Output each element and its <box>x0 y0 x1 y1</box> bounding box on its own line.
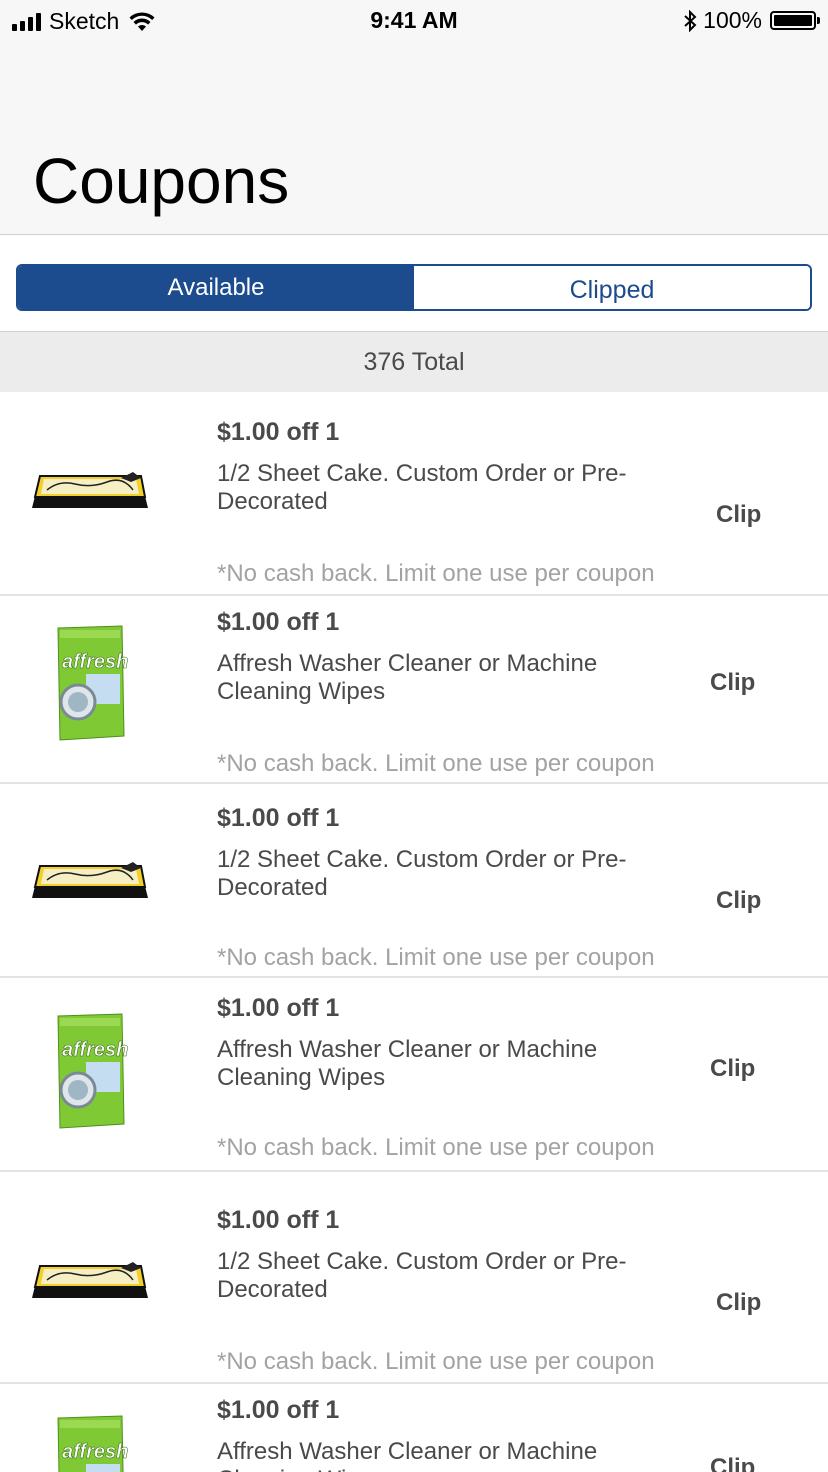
coupon-description: 1/2 Sheet Cake. Custom Order or Pre-Deco… <box>217 460 627 515</box>
sheet-cake-image <box>20 856 160 902</box>
affresh-pouch-image: affresh <box>20 1012 160 1130</box>
coupon-row[interactable]: affresh $1.00 off 1 Affresh Washer Clean… <box>0 596 828 784</box>
segment-bar: Available Clipped <box>0 235 828 332</box>
coupon-description: Affresh Washer Cleaner or Machine Cleani… <box>217 1036 598 1091</box>
total-count-label: 376 Total <box>363 347 465 376</box>
coupon-terms: *No cash back. Limit one use per coupon <box>217 750 655 777</box>
status-bar-right: 100% <box>683 7 820 34</box>
coupon-description: 1/2 Sheet Cake. Custom Order or Pre-Deco… <box>217 846 627 901</box>
battery-icon <box>770 11 820 30</box>
coupon-terms: *No cash back. Limit one use per coupon <box>217 1348 655 1375</box>
affresh-pouch-image: affresh <box>20 624 160 742</box>
navigation-header: Sketch 9:41 AM 100% Coupons <box>0 0 828 235</box>
coupon-offer: $1.00 off 1 <box>217 994 340 1022</box>
segment-available[interactable]: Available <box>18 266 414 309</box>
coupon-terms: *No cash back. Limit one use per coupon <box>217 1134 655 1161</box>
status-bar: Sketch 9:41 AM 100% <box>0 0 828 40</box>
coupon-offer: $1.00 off 1 <box>217 1206 340 1234</box>
clip-button[interactable]: Clip <box>710 669 755 697</box>
segmented-control: Available Clipped <box>16 264 812 311</box>
clip-button[interactable]: Clip <box>710 1454 755 1472</box>
svg-text:affresh: affresh <box>62 651 128 673</box>
coupon-description: Affresh Washer Cleaner or Machine Cleani… <box>217 1438 598 1472</box>
coupon-row[interactable]: $1.00 off 1 1/2 Sheet Cake. Custom Order… <box>0 784 828 978</box>
bluetooth-icon <box>684 9 697 32</box>
page-title: Coupons <box>33 145 290 217</box>
coupon-terms: *No cash back. Limit one use per coupon <box>217 944 655 971</box>
segment-clipped[interactable]: Clipped <box>414 266 810 309</box>
coupon-description: 1/2 Sheet Cake. Custom Order or Pre-Deco… <box>217 1248 627 1303</box>
svg-text:affresh: affresh <box>62 1441 128 1463</box>
coupon-offer: $1.00 off 1 <box>217 608 340 636</box>
battery-percent: 100% <box>703 7 762 33</box>
clip-button[interactable]: Clip <box>716 887 761 915</box>
clip-button[interactable]: Clip <box>716 501 761 529</box>
coupon-offer: $1.00 off 1 <box>217 418 340 446</box>
coupon-offer: $1.00 off 1 <box>217 804 340 832</box>
svg-text:affresh: affresh <box>62 1039 128 1061</box>
sheet-cake-image <box>20 466 160 512</box>
coupon-description: Affresh Washer Cleaner or Machine Cleani… <box>217 650 598 705</box>
total-count-bar: 376 Total <box>0 332 828 392</box>
coupon-row[interactable]: $1.00 off 1 1/2 Sheet Cake. Custom Order… <box>0 1172 828 1384</box>
coupon-row[interactable]: $1.00 off 1 1/2 Sheet Cake. Custom Order… <box>0 392 828 596</box>
coupon-row[interactable]: affresh $1.00 off 1 Affresh Washer Clean… <box>0 978 828 1172</box>
coupon-offer: $1.00 off 1 <box>217 1396 340 1424</box>
coupon-row[interactable]: affresh $1.00 off 1 Affresh Washer Clean… <box>0 1384 828 1472</box>
clip-button[interactable]: Clip <box>710 1055 755 1083</box>
affresh-pouch-image: affresh <box>20 1414 160 1472</box>
sheet-cake-image <box>20 1256 160 1302</box>
coupon-terms: *No cash back. Limit one use per coupon <box>217 560 655 587</box>
clip-button[interactable]: Clip <box>716 1289 761 1317</box>
